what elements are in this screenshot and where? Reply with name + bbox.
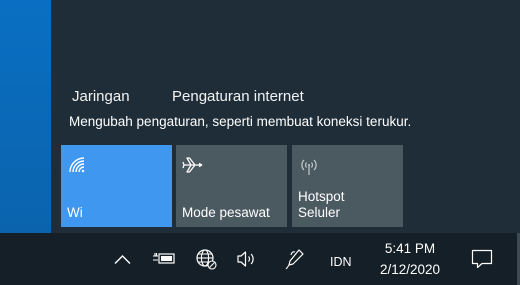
taskbar: IDN 5:41 PM 2/12/2020 — [0, 233, 520, 285]
mobile-hotspot-label: Hotspot Seluler — [298, 189, 345, 220]
network-globe-icon[interactable] — [195, 248, 217, 275]
settings-description: Mengubah pengaturan, seperti membuat kon… — [69, 114, 412, 129]
clock[interactable]: 5:41 PM 2/12/2020 — [372, 238, 448, 280]
pen-icon[interactable] — [285, 248, 305, 275]
airplane-icon — [182, 155, 204, 180]
network-link[interactable]: Jaringan — [72, 88, 130, 105]
internet-settings-link[interactable]: Pengaturan internet — [172, 88, 304, 105]
clock-time: 5:41 PM — [384, 241, 436, 256]
wifi-tile-label: Wi — [67, 205, 83, 220]
input-language-indicator[interactable]: IDN — [330, 255, 352, 269]
airplane-mode-label: Mode pesawat — [182, 205, 270, 220]
wifi-icon — [67, 155, 87, 180]
mobile-hotspot-icon — [298, 155, 320, 182]
chevron-up-icon[interactable] — [114, 252, 131, 270]
action-center-icon[interactable] — [471, 249, 493, 274]
volume-icon[interactable] — [236, 250, 258, 273]
desktop-background — [0, 0, 51, 233]
mobile-hotspot-tile[interactable]: Hotspot Seluler — [292, 145, 403, 227]
wifi-tile[interactable]: Wi — [61, 145, 172, 227]
power-battery-icon[interactable] — [152, 250, 176, 271]
airplane-mode-tile[interactable]: Mode pesawat — [176, 145, 287, 227]
clock-date: 2/12/2020 — [379, 262, 441, 277]
